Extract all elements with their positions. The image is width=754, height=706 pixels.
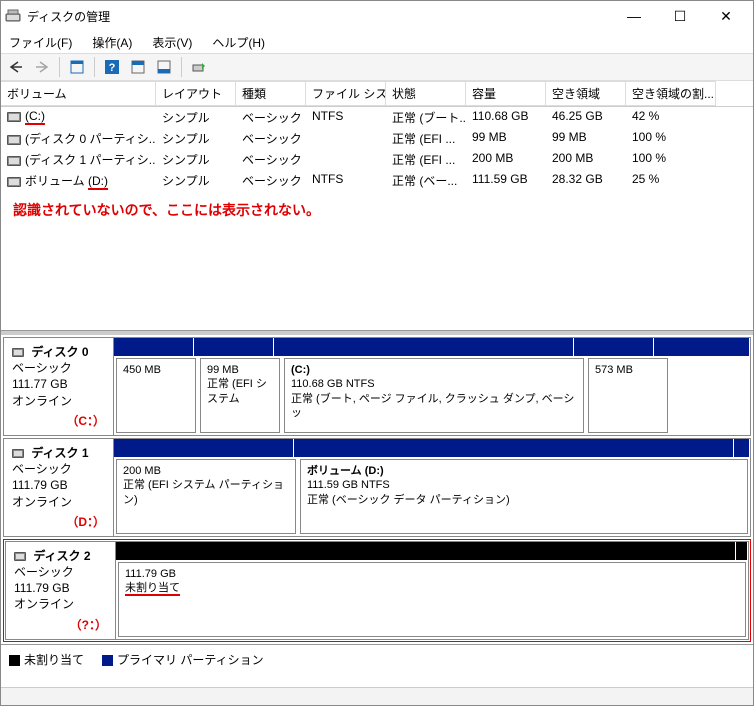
back-button[interactable] xyxy=(5,56,27,78)
col-status[interactable]: 状態 xyxy=(386,81,466,106)
col-fs[interactable]: ファイル システム xyxy=(306,81,386,106)
action-button[interactable] xyxy=(188,56,210,78)
forward-button[interactable] xyxy=(31,56,53,78)
disk-header-stripe xyxy=(114,338,750,356)
drive-icon xyxy=(7,177,21,187)
disk-annotation: （?：） xyxy=(14,613,107,633)
window-title: ディスクの管理 xyxy=(27,8,611,25)
titlebar: ディスクの管理 — ☐ ✕ xyxy=(1,1,753,31)
table-row[interactable]: ボリューム (D:)シンプルベーシックNTFS正常 (ベー...111.59 G… xyxy=(1,170,753,192)
svg-text:?: ? xyxy=(109,62,116,74)
disk-label[interactable]: ディスク 0ベーシック111.77 GBオンライン（C：） xyxy=(4,338,114,435)
disk-label[interactable]: ディスク 1ベーシック111.79 GBオンライン（D：） xyxy=(4,439,114,536)
drive-icon xyxy=(7,135,21,145)
col-free[interactable]: 空き領域 xyxy=(546,81,626,106)
drive-icon xyxy=(7,112,21,122)
disk-label[interactable]: ディスク 2ベーシック111.79 GBオンライン（?：） xyxy=(6,542,116,639)
partition[interactable]: 450 MB xyxy=(116,358,196,433)
disk-row: ディスク 0ベーシック111.77 GBオンライン（C：）450 MB99 MB… xyxy=(3,337,751,436)
disk-row-highlighted: ディスク 2ベーシック111.79 GBオンライン（?：）111.79 GB未割… xyxy=(3,539,751,642)
legend-primary: プライマリ パーティション xyxy=(102,651,264,668)
disk-header-stripe xyxy=(116,542,748,560)
maximize-button[interactable]: ☐ xyxy=(657,1,703,31)
col-volume[interactable]: ボリューム xyxy=(1,81,156,106)
properties-button[interactable] xyxy=(66,56,88,78)
table-row[interactable]: (C:)シンプルベーシックNTFS正常 (ブート...110.68 GB46.2… xyxy=(1,107,753,128)
partition[interactable]: 200 MB正常 (EFI システム パーティション) xyxy=(116,459,296,534)
help-icon[interactable]: ? xyxy=(101,56,123,78)
disk-icon xyxy=(14,552,26,561)
disk-icon xyxy=(12,348,24,357)
disk-annotation: （D：） xyxy=(12,510,105,530)
table-row[interactable]: (ディスク 1 パーティシ...シンプルベーシック正常 (EFI ...200 … xyxy=(1,149,753,170)
minimize-button[interactable]: — xyxy=(611,1,657,31)
partition[interactable]: (C:)110.68 GB NTFS正常 (ブート, ページ ファイル, クラッ… xyxy=(284,358,584,433)
statusbar xyxy=(1,687,753,705)
view-bottom-button[interactable] xyxy=(153,56,175,78)
menu-help[interactable]: ヘルプ(H) xyxy=(208,32,269,53)
col-type[interactable]: 種類 xyxy=(236,81,306,106)
warning-annotation: 認識されていないので、ここには表示されない。 xyxy=(1,192,753,228)
disk-row: ディスク 2ベーシック111.79 GBオンライン（?：）111.79 GB未割… xyxy=(5,541,749,640)
col-layout[interactable]: レイアウト xyxy=(156,81,236,106)
col-capacity[interactable]: 容量 xyxy=(466,81,546,106)
col-freepct[interactable]: 空き領域の割... xyxy=(626,81,716,106)
partition[interactable]: 111.79 GB未割り当て xyxy=(118,562,746,637)
partition[interactable]: 573 MB xyxy=(588,358,668,433)
app-icon xyxy=(5,8,21,24)
disk-graphical-view: ディスク 0ベーシック111.77 GBオンライン（C：）450 MB99 MB… xyxy=(1,331,753,642)
partition[interactable]: ボリューム (D:)111.59 GB NTFS正常 (ベーシック データ パー… xyxy=(300,459,748,534)
close-button[interactable]: ✕ xyxy=(703,1,749,31)
disk-icon xyxy=(12,449,24,458)
disk-header-stripe xyxy=(114,439,750,457)
volume-list-header: ボリューム レイアウト 種類 ファイル システム 状態 容量 空き領域 空き領域… xyxy=(1,81,753,107)
disk-row: ディスク 1ベーシック111.79 GBオンライン（D：）200 MB正常 (E… xyxy=(3,438,751,537)
volume-list: ボリューム レイアウト 種類 ファイル システム 状態 容量 空き領域 空き領域… xyxy=(1,81,753,331)
menubar: ファイル(F) 操作(A) 表示(V) ヘルプ(H) xyxy=(1,31,753,53)
drive-icon xyxy=(7,156,21,166)
menu-file[interactable]: ファイル(F) xyxy=(5,32,76,53)
menu-view[interactable]: 表示(V) xyxy=(148,32,196,53)
disk-annotation: （C：） xyxy=(12,409,105,429)
partition[interactable]: 99 MB正常 (EFI システム xyxy=(200,358,280,433)
toolbar: ? xyxy=(1,53,753,81)
menu-action[interactable]: 操作(A) xyxy=(88,32,136,53)
table-row[interactable]: (ディスク 0 パーティシ...シンプルベーシック正常 (EFI ...99 M… xyxy=(1,128,753,149)
volume-list-body: (C:)シンプルベーシックNTFS正常 (ブート...110.68 GB46.2… xyxy=(1,107,753,192)
legend: 未割り当て プライマリ パーティション xyxy=(1,644,753,674)
view-top-button[interactable] xyxy=(127,56,149,78)
legend-unallocated: 未割り当て xyxy=(9,651,84,668)
